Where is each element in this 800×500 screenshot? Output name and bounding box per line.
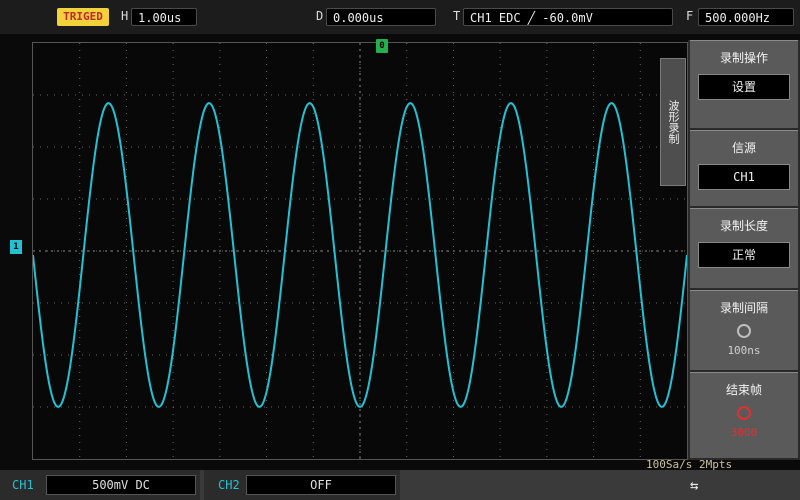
menu-item-value: 100ns [727,344,761,357]
menu-item-title: 录制操作 [719,51,768,65]
menu-item-title: 录制长度 [719,219,768,233]
frequency-value: 500.000Hz [698,8,794,26]
run-state-badge: TRIGED [57,8,109,26]
menu-tab-waveform-record[interactable]: 波形录制 [660,58,686,186]
menu-item-record-interval[interactable]: 录制间隔 100ns [690,290,798,370]
menu-item-title: 结束帧 [725,383,762,397]
channel2-panel[interactable]: CH2 OFF [204,470,400,500]
channel2-setting[interactable]: OFF [246,475,396,495]
menu-item-value: 3000 [730,426,758,439]
menu-item-source[interactable]: 信源 CH1 [690,130,798,206]
menu-item-title: 录制间隔 [719,301,768,315]
menu-item-record-operation[interactable]: 录制操作 设置 [690,40,798,128]
trigger-position-marker[interactable]: 0 [376,39,388,53]
offset-value[interactable]: 0.000us [326,8,436,26]
menu-item-value[interactable]: 正常 [698,242,790,268]
menu-item-record-length[interactable]: 录制长度 正常 [690,208,798,288]
channel2-label: CH2 [218,478,240,492]
trigger-label: T [453,9,461,23]
status-bar: TRIGED H 1.00us D 0.000us T CH1 EDC ╱ -6… [0,0,800,34]
offset-label: D [316,9,324,23]
menu-item-value[interactable]: 设置 [698,74,790,100]
channel1-label: CH1 [12,478,34,492]
timebase-label: H [121,9,129,23]
channel-bar: CH1 500mV DC CH2 OFF [0,470,800,500]
timebase-value[interactable]: 1.00us [131,8,197,26]
trigger-value[interactable]: CH1 EDC ╱ -60.0mV [463,8,673,26]
frequency-label: F [686,9,694,23]
side-menu: 波形录制 录制操作 设置 信源 CH1 录制长度 正常 录制间隔 100ns 结… [660,40,800,460]
menu-item-end-frame[interactable]: 结束帧 3000 [690,372,798,458]
channel1-level-marker[interactable]: 1 [10,240,22,254]
menu-item-value[interactable]: CH1 [698,164,790,190]
knob-icon [737,324,751,338]
waveform-display[interactable] [32,42,688,460]
usb-icon: ⇆ [690,478,699,494]
knob-icon [737,406,751,420]
channel1-setting[interactable]: 500mV DC [46,475,196,495]
menu-item-title: 信源 [731,141,756,155]
channel1-panel[interactable]: CH1 500mV DC [0,470,200,500]
graticule [33,43,687,459]
